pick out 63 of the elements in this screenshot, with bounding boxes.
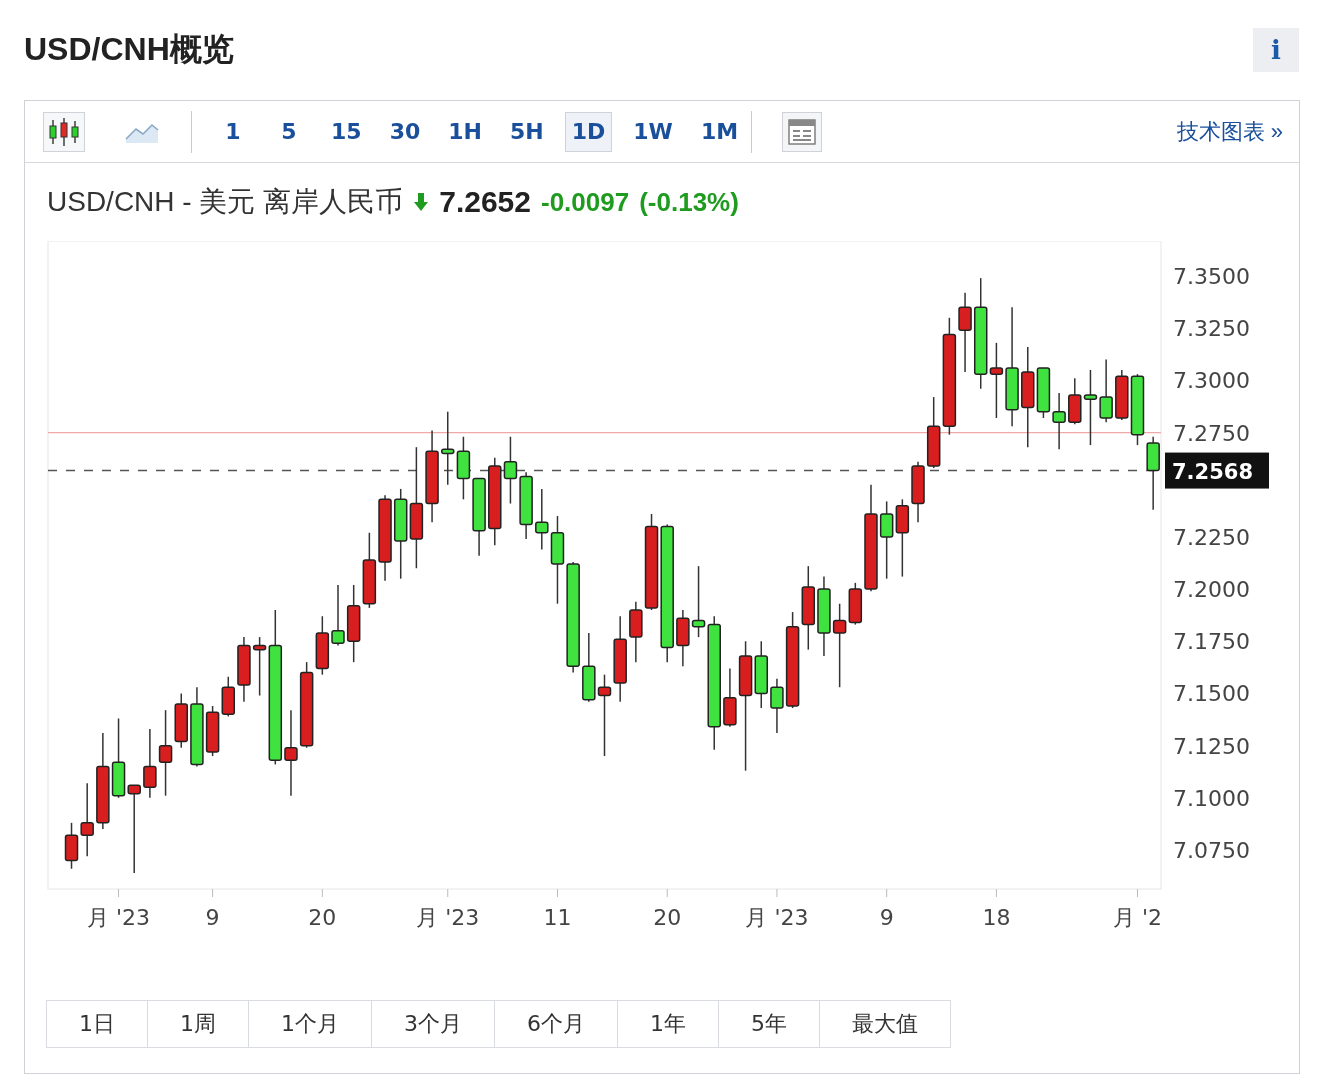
- time-range-button[interactable]: 5年: [718, 1000, 820, 1048]
- axis-label: 7.1750: [1173, 629, 1250, 655]
- technical-chart-link[interactable]: 技术图表 »: [1176, 116, 1283, 147]
- time-range-button[interactable]: 1周: [147, 1000, 249, 1048]
- time-range-button[interactable]: 最大值: [819, 1000, 951, 1048]
- instrument-name: USD/CNH - 美元 离岸人民币: [47, 185, 404, 219]
- page-title: USD/CNH概览: [24, 30, 234, 69]
- axis-label: 7.1000: [1173, 785, 1250, 811]
- info-button[interactable]: i: [1253, 28, 1299, 72]
- axis-label: 7.3250: [1173, 316, 1250, 342]
- interval-button[interactable]: 1H: [441, 111, 489, 152]
- candlestick: [535, 488, 549, 551]
- axis-label: 7.2250: [1173, 524, 1250, 550]
- time-range-button[interactable]: 3个月: [371, 1000, 495, 1048]
- candlestick: [503, 436, 518, 505]
- candlestick: [456, 436, 471, 501]
- axis-label: 月 '23: [87, 905, 151, 930]
- interval-button[interactable]: 1M: [693, 111, 746, 152]
- candlestick: [1115, 369, 1129, 421]
- interval-button[interactable]: 1W: [626, 111, 680, 152]
- interval-button[interactable]: 5H: [503, 111, 551, 152]
- ref-line-label: 7.2568: [1172, 459, 1254, 484]
- time-range-button[interactable]: 1个月: [248, 1000, 372, 1048]
- candlestick: [676, 609, 690, 668]
- axis-label: 7.3500: [1173, 264, 1250, 290]
- axis-label: 7.0750: [1173, 837, 1250, 863]
- axis-label: 7.3000: [1173, 368, 1250, 394]
- interval-button[interactable]: 1: [212, 111, 254, 152]
- time-range-button[interactable]: 1日: [46, 1000, 148, 1048]
- axis-label: 月 '23: [416, 905, 480, 930]
- candlestick-icon: [47, 116, 81, 147]
- axis-label: 20: [653, 905, 682, 930]
- candlestick: [1099, 358, 1113, 423]
- candlestick: [519, 471, 533, 540]
- last-price: 7.2652: [439, 185, 531, 219]
- time-range-button[interactable]: 6个月: [494, 1000, 618, 1048]
- axis-label: 月 '2: [1112, 905, 1162, 930]
- interval-button[interactable]: 5: [268, 111, 310, 152]
- axis-label: 月 '23: [745, 905, 809, 930]
- axis-label: 7.2000: [1173, 577, 1250, 603]
- candlestick-chart-button[interactable]: [43, 111, 85, 152]
- axis-label: 11: [543, 905, 572, 930]
- candlestick: [143, 728, 157, 799]
- candlestick: [1052, 392, 1066, 451]
- candlestick: [331, 584, 345, 647]
- price-change: -0.0097: [541, 186, 630, 218]
- axis-label: 9: [879, 905, 894, 930]
- interval-button[interactable]: 30: [382, 111, 428, 152]
- down-arrow-icon: [413, 192, 430, 212]
- candlestick: [911, 461, 925, 524]
- axis-label: 7.1250: [1173, 733, 1250, 759]
- axis-label: 7.2750: [1173, 420, 1250, 446]
- interval-button[interactable]: 1D: [564, 111, 613, 152]
- table-view-button[interactable]: [782, 111, 823, 152]
- axis-label: 18: [982, 905, 1011, 930]
- candlestick: [582, 632, 596, 703]
- axis-label: 7.1500: [1173, 681, 1250, 707]
- percent-change: (-0.13%): [639, 186, 739, 218]
- time-range-button[interactable]: 1年: [617, 1000, 719, 1048]
- interval-button[interactable]: 15: [324, 111, 369, 152]
- axis-label: 9: [205, 905, 220, 930]
- axis-label: 20: [308, 905, 337, 930]
- price-tag: 7.2568: [1165, 452, 1269, 489]
